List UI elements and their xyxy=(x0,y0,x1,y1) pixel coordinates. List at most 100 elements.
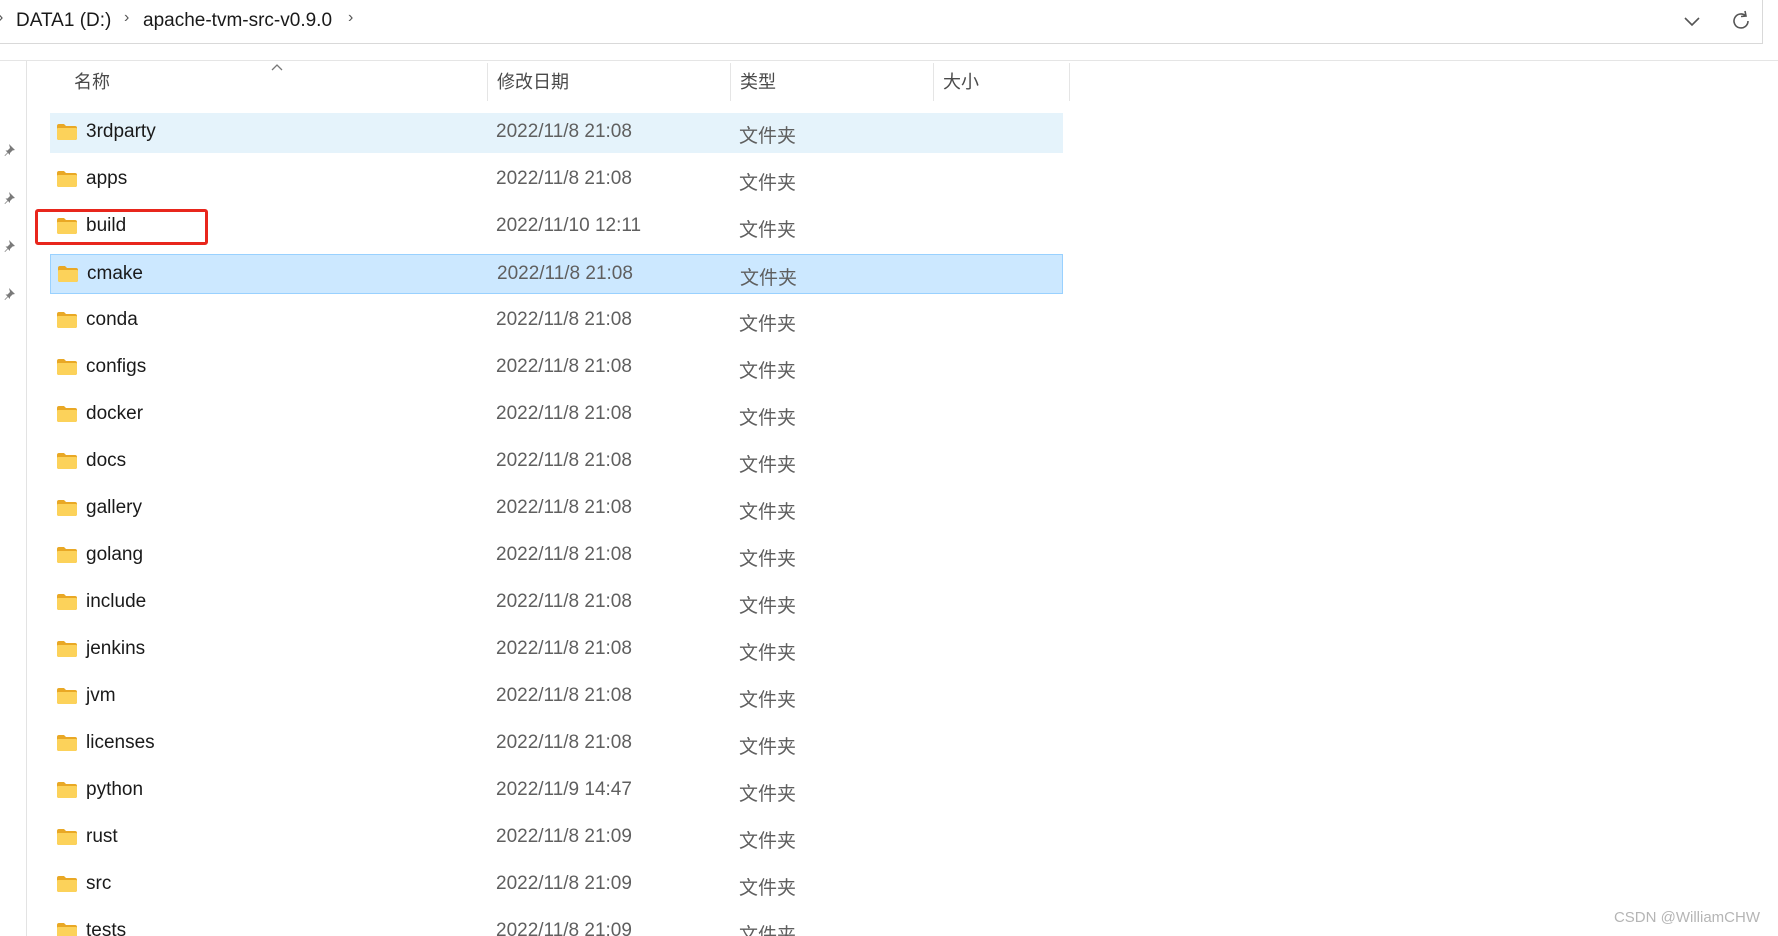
column-header-name[interactable]: 名称 xyxy=(74,64,110,100)
folder-icon xyxy=(56,875,78,893)
pin-icon[interactable] xyxy=(3,286,19,302)
file-name: apps xyxy=(86,168,128,189)
modified-date: 2022/11/8 21:08 xyxy=(496,544,632,565)
file-explorer-window: › DATA1 (D:) › apache-tvm-src-v0.9.0 › xyxy=(0,0,1778,936)
file-name: rust xyxy=(86,826,118,847)
file-name: jenkins xyxy=(86,638,146,659)
file-name: docker xyxy=(86,403,144,424)
column-header-size[interactable]: 大小 xyxy=(943,64,979,100)
list-item[interactable]: gallery 2022/11/8 21:08 文件夹 xyxy=(50,489,1063,529)
file-type: 文件夹 xyxy=(739,220,797,241)
list-item[interactable]: jenkins 2022/11/8 21:08 文件夹 xyxy=(50,630,1063,670)
modified-date: 2022/11/8 21:08 xyxy=(496,497,632,518)
modified-date: 2022/11/8 21:08 xyxy=(496,732,632,753)
list-item[interactable]: src 2022/11/8 21:09 文件夹 xyxy=(50,865,1063,905)
column-divider[interactable] xyxy=(730,63,731,101)
file-type: 文件夹 xyxy=(739,690,797,711)
list-item[interactable]: tests 2022/11/8 21:09 文件夹 xyxy=(50,912,1063,936)
folder-icon xyxy=(56,452,78,470)
breadcrumb-drive[interactable]: DATA1 (D:) xyxy=(16,10,111,32)
folder-icon xyxy=(56,734,78,752)
breadcrumb-separator[interactable]: › xyxy=(124,9,129,27)
folder-icon xyxy=(56,640,78,658)
column-header-type[interactable]: 类型 xyxy=(740,64,776,100)
sort-ascending-icon xyxy=(271,58,283,71)
file-type: 文件夹 xyxy=(739,314,797,335)
folder-icon xyxy=(56,405,78,423)
modified-date: 2022/11/9 14:47 xyxy=(496,779,632,800)
file-type: 文件夹 xyxy=(739,502,797,523)
folder-icon xyxy=(56,170,78,188)
folder-icon xyxy=(56,546,78,564)
list-item[interactable]: cmake 2022/11/8 21:08 文件夹 xyxy=(50,254,1063,294)
list-item[interactable]: 3rdparty 2022/11/8 21:08 文件夹 xyxy=(50,113,1063,153)
file-name: jvm xyxy=(86,685,116,706)
folder-icon xyxy=(57,265,79,283)
file-name: python xyxy=(86,779,144,800)
column-divider[interactable] xyxy=(933,63,934,101)
column-header-date[interactable]: 修改日期 xyxy=(497,64,569,100)
file-type: 文件夹 xyxy=(739,784,797,805)
file-name: tests xyxy=(86,920,127,936)
folder-icon xyxy=(56,123,78,141)
list-item[interactable]: licenses 2022/11/8 21:08 文件夹 xyxy=(50,724,1063,764)
file-type: 文件夹 xyxy=(739,455,797,476)
file-type: 文件夹 xyxy=(739,126,797,147)
file-name: src xyxy=(86,873,112,894)
modified-date: 2022/11/8 21:08 xyxy=(496,356,632,377)
breadcrumb-folder[interactable]: apache-tvm-src-v0.9.0 xyxy=(143,10,332,32)
column-divider[interactable] xyxy=(1069,63,1070,101)
file-name: licenses xyxy=(86,732,155,753)
list-item[interactable]: jvm 2022/11/8 21:08 文件夹 xyxy=(50,677,1063,717)
modified-date: 2022/11/8 21:08 xyxy=(496,168,632,189)
modified-date: 2022/11/8 21:08 xyxy=(496,450,632,471)
modified-date: 2022/11/8 21:09 xyxy=(496,920,632,936)
file-type: 文件夹 xyxy=(740,268,798,289)
list-item[interactable]: conda 2022/11/8 21:08 文件夹 xyxy=(50,301,1063,341)
navigation-pane xyxy=(0,61,27,936)
address-bar[interactable]: › DATA1 (D:) › apache-tvm-src-v0.9.0 › xyxy=(0,0,1763,44)
modified-date: 2022/11/8 21:08 xyxy=(496,309,632,330)
folder-icon xyxy=(56,358,78,376)
folder-icon xyxy=(56,593,78,611)
file-name: configs xyxy=(86,356,147,377)
file-type: 文件夹 xyxy=(739,173,797,194)
file-type: 文件夹 xyxy=(739,408,797,429)
refresh-icon[interactable] xyxy=(1726,6,1756,36)
watermark: CSDN @WilliamCHW xyxy=(1613,909,1760,926)
folder-icon xyxy=(56,311,78,329)
modified-date: 2022/11/8 21:08 xyxy=(496,591,632,612)
file-type: 文件夹 xyxy=(739,925,797,936)
list-item[interactable]: rust 2022/11/8 21:09 文件夹 xyxy=(50,818,1063,858)
modified-date: 2022/11/8 21:08 xyxy=(497,263,633,284)
folder-icon xyxy=(56,828,78,846)
pin-icon[interactable] xyxy=(3,142,19,158)
file-type: 文件夹 xyxy=(739,878,797,899)
breadcrumb-separator[interactable]: › xyxy=(348,9,353,27)
list-item[interactable]: python 2022/11/9 14:47 文件夹 xyxy=(50,771,1063,811)
breadcrumb-separator[interactable]: › xyxy=(0,9,3,27)
folder-icon xyxy=(56,687,78,705)
pin-icon[interactable] xyxy=(3,190,19,206)
file-type: 文件夹 xyxy=(739,596,797,617)
folder-icon xyxy=(56,922,78,936)
file-type: 文件夹 xyxy=(739,549,797,570)
annotation-highlight-box xyxy=(35,209,208,245)
folder-icon xyxy=(56,499,78,517)
file-type: 文件夹 xyxy=(739,643,797,664)
modified-date: 2022/11/8 21:08 xyxy=(496,638,632,659)
modified-date: 2022/11/8 21:09 xyxy=(496,826,632,847)
list-item[interactable]: include 2022/11/8 21:08 文件夹 xyxy=(50,583,1063,623)
file-type: 文件夹 xyxy=(739,737,797,758)
list-item[interactable]: apps 2022/11/8 21:08 文件夹 xyxy=(50,160,1063,200)
list-item[interactable]: docs 2022/11/8 21:08 文件夹 xyxy=(50,442,1063,482)
chevron-down-icon[interactable] xyxy=(1677,6,1707,36)
folder-icon xyxy=(56,781,78,799)
column-divider[interactable] xyxy=(487,63,488,101)
list-item[interactable]: configs 2022/11/8 21:08 文件夹 xyxy=(50,348,1063,388)
file-name: docs xyxy=(86,450,127,471)
pin-icon[interactable] xyxy=(3,238,19,254)
modified-date: 2022/11/8 21:09 xyxy=(496,873,632,894)
list-item[interactable]: docker 2022/11/8 21:08 文件夹 xyxy=(50,395,1063,435)
list-item[interactable]: golang 2022/11/8 21:08 文件夹 xyxy=(50,536,1063,576)
